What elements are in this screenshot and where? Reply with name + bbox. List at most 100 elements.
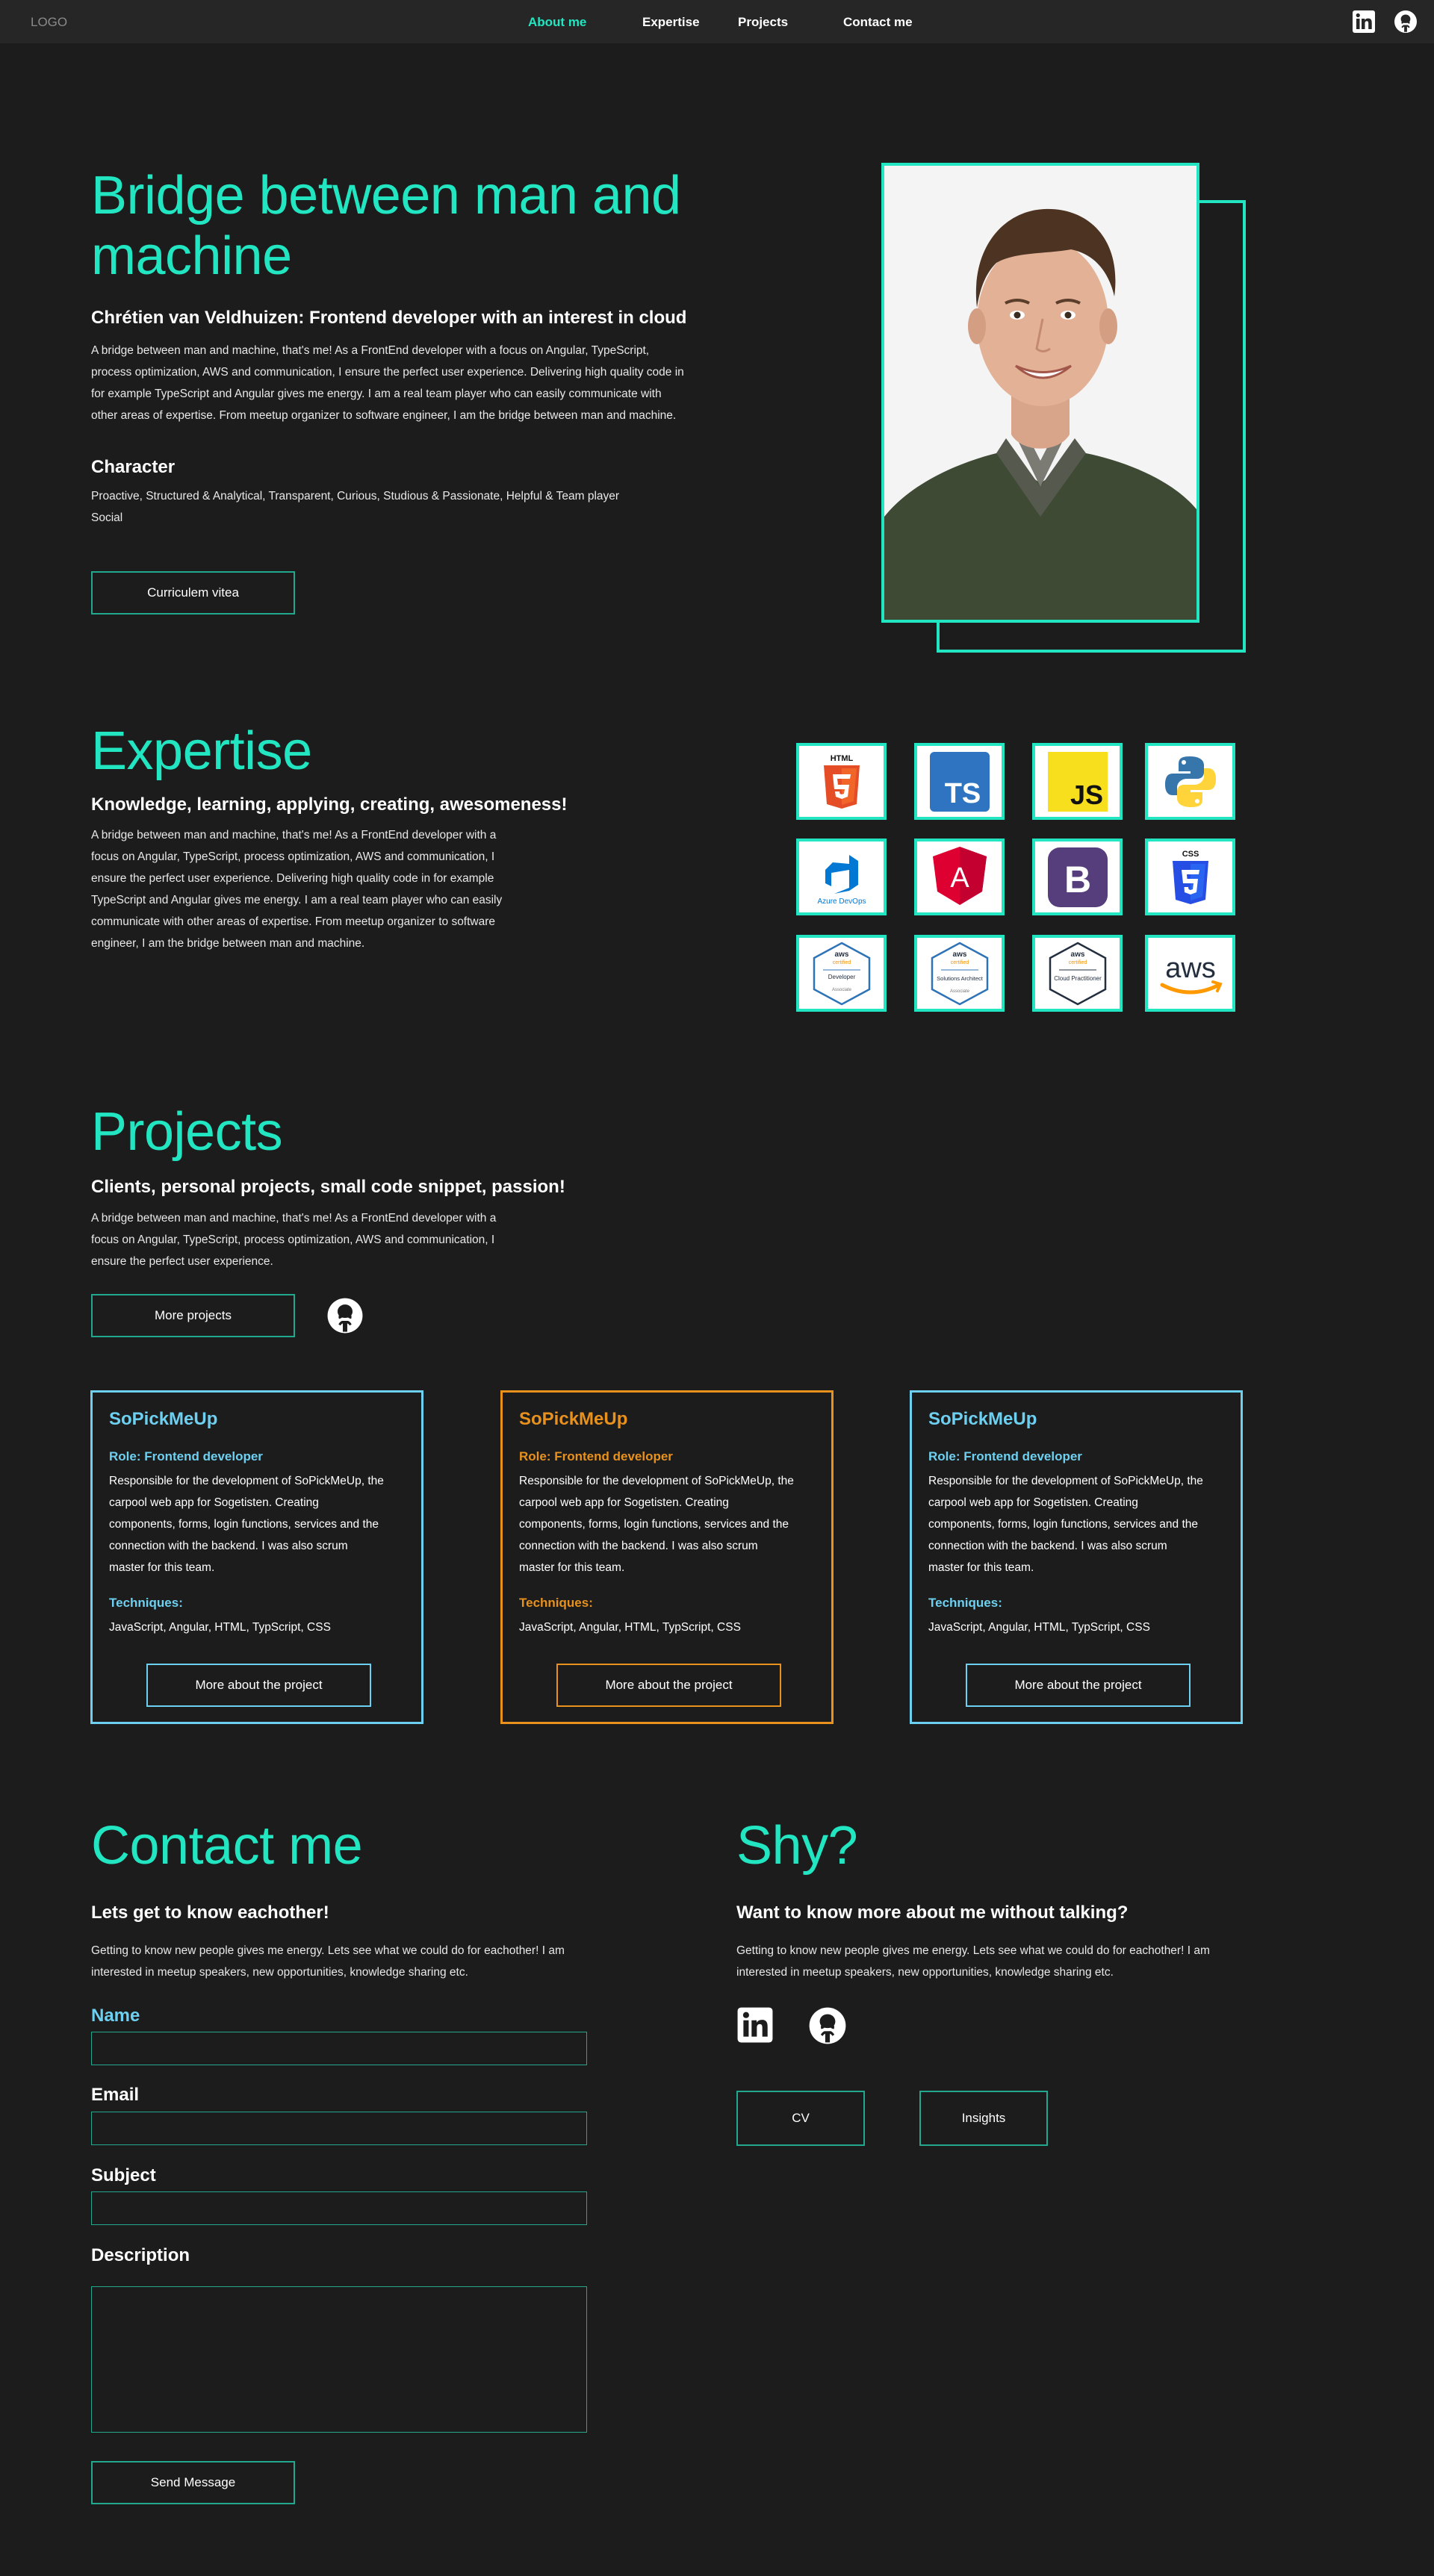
more-about-project-button[interactable]: More about the project xyxy=(146,1664,371,1707)
projects-title: Projects xyxy=(91,1102,283,1162)
character-traits: Proactive, Structured & Analytical, Tran… xyxy=(91,490,620,524)
shy-subtitle: Want to know more about me without talki… xyxy=(736,1903,1129,1923)
svg-text:Associate: Associate xyxy=(831,988,851,992)
bootstrap-tile: B xyxy=(1032,839,1123,915)
svg-text:certified: certified xyxy=(832,960,851,965)
svg-text:Azure DevOps: Azure DevOps xyxy=(817,897,866,906)
nav-link-expertise[interactable]: Expertise xyxy=(642,15,700,30)
expertise-subtitle: Knowledge, learning, applying, creating,… xyxy=(91,794,568,815)
svg-text:B: B xyxy=(1064,859,1090,900)
project-card-description: Responsible for the development of SoPic… xyxy=(109,1475,384,1574)
svg-text:JS: JS xyxy=(1070,780,1102,810)
description-label: Description xyxy=(91,2245,190,2265)
python-icon xyxy=(1164,756,1216,807)
css3-icon: CSS xyxy=(1172,850,1208,904)
hero-subtitle: Chrétien van Veldhuizen: Frontend develo… xyxy=(91,308,687,328)
svg-text:aws: aws xyxy=(834,951,848,959)
svg-text:CSS: CSS xyxy=(1182,850,1199,859)
logo[interactable]: LOGO xyxy=(31,15,67,30)
aws-cloud-practitioner-tile: aws certified Cloud Practitioner xyxy=(1032,935,1123,1012)
nav-link-contact-me[interactable]: Contact me xyxy=(843,15,913,30)
html5-icon: HTML xyxy=(823,754,860,809)
aws-solutions-architect-tile: aws certified Solutions Architect Associ… xyxy=(914,935,1005,1012)
typescript-tile: TS xyxy=(914,743,1005,820)
email-label: Email xyxy=(91,2085,140,2105)
email-input[interactable] xyxy=(91,2112,587,2145)
svg-text:Developer: Developer xyxy=(828,974,855,980)
contact-title: Contact me xyxy=(91,1816,363,1876)
project-card-techniques-label: Techniques: xyxy=(519,1596,593,1610)
svg-text:aws: aws xyxy=(1165,953,1216,984)
expertise-title: Expertise xyxy=(91,721,312,781)
svg-text:TS: TS xyxy=(944,778,981,809)
name-label: Name xyxy=(91,2006,140,2026)
hero-paragraph: A bridge between man and machine, that's… xyxy=(91,344,684,422)
navbar: LOGO About me Expertise Projects Contact… xyxy=(0,0,1434,43)
expertise-paragraph: A bridge between man and machine, that's… xyxy=(91,829,503,950)
github-icon[interactable] xyxy=(808,2006,847,2045)
python-tile xyxy=(1145,743,1235,820)
more-about-project-button[interactable]: More about the project xyxy=(966,1664,1191,1707)
aws-cloud-practitioner-badge: aws certified Cloud Practitioner xyxy=(1049,942,1106,1005)
css3-tile: CSS xyxy=(1145,839,1235,915)
project-card-title: SoPickMeUp xyxy=(519,1409,628,1429)
aws-logo: aws xyxy=(1160,953,1223,994)
project-card-description: Responsible for the development of SoPic… xyxy=(928,1475,1203,1574)
project-card-description: Responsible for the development of SoPic… xyxy=(519,1475,794,1574)
nav-link-projects[interactable]: Projects xyxy=(738,15,788,30)
azure-devops-icon: Azure DevOps xyxy=(817,854,866,906)
project-card-techniques: JavaScript, Angular, HTML, TypScript, CS… xyxy=(109,1621,331,1634)
svg-text:aws: aws xyxy=(1070,951,1084,959)
projects-paragraph: A bridge between man and machine, that's… xyxy=(91,1212,497,1268)
hero-title: Bridge between man and machine xyxy=(91,166,681,286)
svg-text:aws: aws xyxy=(952,951,966,959)
angular-tile: A xyxy=(914,839,1005,915)
name-input[interactable] xyxy=(91,2032,587,2065)
shy-title: Shy? xyxy=(736,1816,858,1876)
more-projects-button[interactable]: More projects xyxy=(91,1294,295,1337)
subject-input[interactable] xyxy=(91,2191,587,2225)
project-card: SoPickMeUp Role: Frontend developer Resp… xyxy=(910,1390,1243,1724)
svg-text:HTML: HTML xyxy=(830,754,853,763)
send-message-button[interactable]: Send Message xyxy=(91,2461,295,2504)
html5-tile: HTML xyxy=(796,743,887,820)
project-card: SoPickMeUp Role: Frontend developer Resp… xyxy=(500,1390,834,1724)
project-card-title: SoPickMeUp xyxy=(928,1409,1037,1429)
javascript-tile: JS xyxy=(1032,743,1123,820)
svg-text:Cloud Practitioner: Cloud Practitioner xyxy=(1054,975,1102,982)
bootstrap-icon: B xyxy=(1047,847,1108,907)
contact-paragraph: Getting to know new people gives me ener… xyxy=(91,1944,565,1979)
projects-subtitle: Clients, personal projects, small code s… xyxy=(91,1177,565,1197)
character-heading: Character xyxy=(91,457,176,477)
github-icon[interactable] xyxy=(326,1297,364,1334)
project-card-techniques: JavaScript, Angular, HTML, TypScript, CS… xyxy=(519,1621,741,1634)
aws-solutions-architect-badge: aws certified Solutions Architect Associ… xyxy=(931,942,988,1005)
linkedin-icon[interactable] xyxy=(736,2006,774,2044)
shy-paragraph: Getting to know new people gives me ener… xyxy=(736,1944,1210,1979)
svg-text:Solutions Architect: Solutions Architect xyxy=(937,975,984,982)
project-card-techniques-label: Techniques: xyxy=(928,1596,1002,1610)
aws-logo-tile: aws xyxy=(1145,935,1235,1012)
project-card-techniques-label: Techniques: xyxy=(109,1596,183,1610)
linkedin-icon[interactable] xyxy=(1352,10,1376,34)
nav-link-about-me[interactable]: About me xyxy=(528,15,586,30)
cv-link-button[interactable]: CV xyxy=(736,2091,865,2146)
svg-text:certified: certified xyxy=(1068,960,1087,965)
svg-text:certified: certified xyxy=(950,960,969,965)
description-textarea[interactable] xyxy=(91,2286,587,2433)
javascript-icon: JS xyxy=(1047,751,1108,812)
project-card-role: Role: Frontend developer xyxy=(109,1449,263,1463)
azure-devops-tile: Azure DevOps xyxy=(796,839,887,915)
insights-button[interactable]: Insights xyxy=(919,2091,1048,2146)
aws-developer-badge: aws certified Developer Associate xyxy=(813,942,870,1005)
github-icon[interactable] xyxy=(1394,10,1418,34)
cv-button[interactable]: Curriculem vitea xyxy=(91,571,295,615)
project-card-role: Role: Frontend developer xyxy=(928,1449,1082,1463)
project-card-role: Role: Frontend developer xyxy=(519,1449,673,1463)
aws-developer-tile: aws certified Developer Associate xyxy=(796,935,887,1012)
profile-photo xyxy=(881,163,1199,623)
angular-icon: A xyxy=(932,846,987,905)
project-card-title: SoPickMeUp xyxy=(109,1409,218,1429)
more-about-project-button[interactable]: More about the project xyxy=(556,1664,781,1707)
typescript-icon: TS xyxy=(929,751,990,812)
